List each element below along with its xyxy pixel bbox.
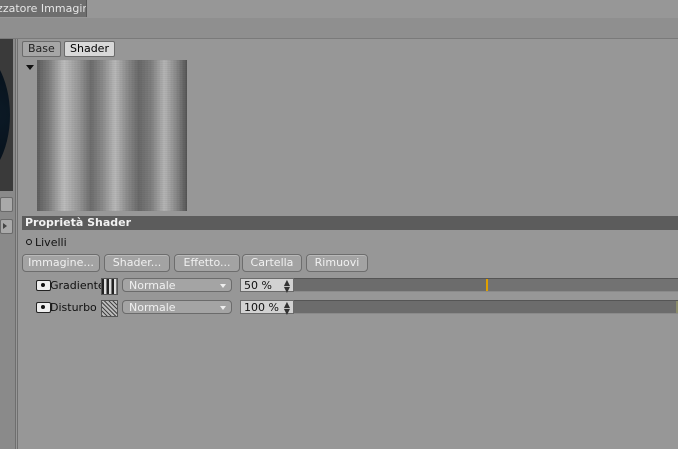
layers-label-text: Livelli [35,236,67,249]
eye-icon[interactable] [36,280,51,291]
arrow-right-icon [3,223,7,229]
opacity-slider[interactable] [294,300,678,314]
blend-mode-value: Normale [129,301,176,314]
panel-divider[interactable] [17,39,18,449]
layer-name: Gradiente [50,279,105,292]
layers-label: Livelli [26,236,67,249]
toolbar-strip [0,18,678,39]
opacity-slider-handle[interactable] [486,279,488,291]
folder-button[interactable]: Cartella [242,254,302,272]
shader-button[interactable]: Shader... [104,254,170,272]
stepper-icon[interactable]: ▲ ▼ [284,301,290,316]
remove-button[interactable]: Rimuovi [306,254,368,272]
window-title: izzatore Immagini [0,2,86,15]
bullet-icon [26,239,32,245]
blend-mode-value: Normale [129,279,176,292]
opacity-field[interactable]: 100 % ▲ ▼ [240,300,294,316]
collapse-arrow-icon[interactable] [26,65,34,70]
left-panel [0,39,16,449]
opacity-slider-fill [294,301,676,313]
tab-shader[interactable]: Shader [64,41,115,57]
effect-button[interactable]: Effetto... [174,254,240,272]
opacity-slider-fill [294,279,486,291]
opacity-slider[interactable] [294,278,678,292]
chevron-down-icon [220,306,226,310]
window-title-tab[interactable]: izzatore Immagini [0,0,87,17]
shader-preview [37,60,187,211]
blend-mode-select[interactable]: Normale [122,278,232,292]
stepper-icon[interactable]: ▲ ▼ [284,279,290,294]
layer-name: Disturbo [50,301,97,314]
opacity-value: 100 % [244,301,279,314]
eye-icon[interactable] [36,302,51,313]
material-preview-thumbnail [0,39,13,191]
blend-mode-select[interactable]: Normale [122,300,232,314]
section-header[interactable]: Proprietà Shader [22,216,678,230]
noise-thumbnail-icon [101,300,118,317]
left-panel-button[interactable] [0,197,13,212]
gradient-thumbnail-icon [101,278,118,295]
chevron-down-icon [220,284,226,288]
layer-row-gradient[interactable]: Gradiente Normale 50 % ▲ ▼ [34,277,678,295]
tab-base[interactable]: Base [22,41,61,57]
layer-row-noise[interactable]: Disturbo Normale 100 % ▲ ▼ [34,299,678,317]
image-button[interactable]: Immagine... [22,254,100,272]
expand-panel-button[interactable] [0,219,13,234]
opacity-value: 50 % [244,279,272,292]
title-bar: izzatore Immagini [0,0,678,18]
opacity-field[interactable]: 50 % ▲ ▼ [240,278,294,294]
